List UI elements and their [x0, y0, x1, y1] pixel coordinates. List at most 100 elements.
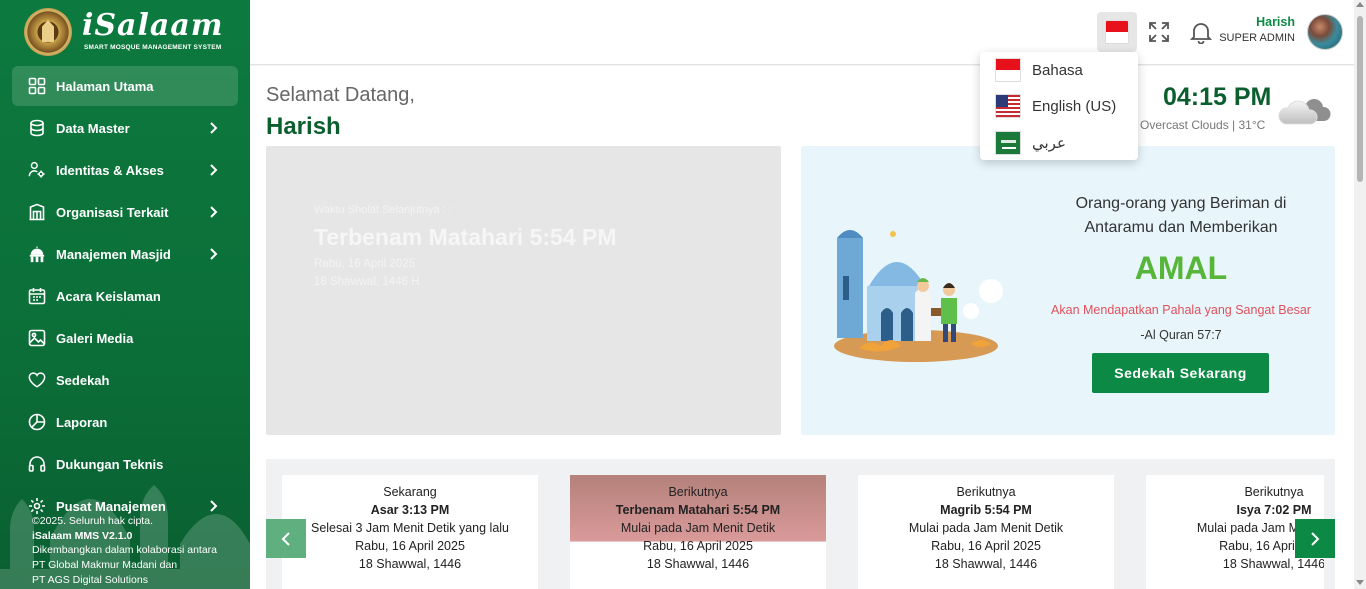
prayer-card-date: Rabu, 16 April 2025 — [931, 539, 1041, 553]
sedekah-sekarang-button[interactable]: Sedekah Sekarang — [1092, 353, 1269, 393]
sidebar-item-dukungan-teknis[interactable]: Dukungan Teknis — [12, 444, 238, 484]
us-flag-icon — [995, 94, 1021, 118]
page-scrollbar[interactable] — [1354, 0, 1366, 589]
fullscreen-icon[interactable] — [1148, 21, 1170, 43]
main-content: Selamat Datang, Harish 04:15 PM Overcast… — [250, 66, 1354, 589]
prayer-card-hijri: 18 Shawwal, 1446 — [358, 557, 462, 571]
brand-name: iSalaam — [82, 8, 224, 43]
welcome-text: Selamat Datang, — [266, 84, 415, 106]
heart-icon — [28, 371, 46, 389]
promo-quote-line: Orang-orang yang Beriman di — [1075, 195, 1287, 212]
gear-icon — [28, 497, 46, 515]
prayer-card-name: Asar 3:13 PM — [370, 503, 450, 517]
prayer-card[interactable]: Berikutnya Magrib 5:54 PM Mulai pada Jam… — [858, 475, 1114, 589]
language-option-label: Bahasa — [1032, 61, 1083, 79]
cloud-icon — [1278, 99, 1331, 125]
language-option-bahasa[interactable]: Bahasa — [995, 57, 1135, 83]
brand-tagline: SMART MOSQUE MANAGEMENT SYSTEM — [84, 44, 222, 51]
saudi-flag-icon — [995, 131, 1021, 155]
avatar[interactable] — [1307, 14, 1343, 50]
next-prayer-label: Waktu Sholat Selanjutnya : : — [314, 204, 452, 216]
indonesia-flag-icon — [1105, 20, 1129, 44]
current-time: 04:15 PM — [1163, 83, 1272, 111]
weather-condition: Overcast Clouds | 31°C — [1140, 118, 1266, 132]
prayer-card-status: Berikutnya — [956, 485, 1016, 499]
scroll-up-arrow-icon[interactable] — [1356, 2, 1364, 7]
chevron-left-icon — [281, 531, 290, 546]
language-switcher-button[interactable] — [1097, 12, 1137, 52]
sidebar-item-label: Identitas & Akses — [56, 162, 164, 178]
sidebar-item-acara-keislaman[interactable]: Acara Keislaman — [12, 276, 238, 316]
mosque-charity-illustration — [834, 230, 1003, 362]
sidebar-item-label: Manajemen Masjid — [56, 246, 171, 262]
sidebar-item-organisasi-terkait[interactable]: Organisasi Terkait — [12, 192, 238, 232]
sidebar-item-data-master[interactable]: Data Master — [12, 108, 238, 148]
prayer-card-hijri: 18 Shawwal, 1446 — [934, 557, 1038, 571]
language-option-label: English (US) — [1032, 97, 1117, 115]
prayer-card-detail: Selesai 3 Jam Menit Detik yang lalu — [310, 521, 509, 535]
credits-line: PT AGS Digital Solutions — [32, 573, 148, 586]
chevron-right-icon — [210, 206, 218, 218]
promo-subtitle: Akan Mendapatkan Pahala yang Sangat Besa… — [1051, 303, 1311, 317]
prayer-times-carousel: Sekarang Asar 3:13 PM Selesai 3 Jam Meni… — [266, 459, 1335, 589]
chevron-right-icon — [210, 248, 218, 260]
mosque-seal-icon — [24, 8, 72, 56]
user-role: SUPER ADMIN — [1219, 32, 1295, 44]
credits-line: PT Global Makmur Madani dan — [32, 559, 178, 572]
pie-chart-icon — [28, 413, 46, 431]
promo-quote: Orang-orang yang Beriman di Antaramu dan… — [1031, 192, 1331, 240]
sidebar: iSalaam SMART MOSQUE MANAGEMENT SYSTEM H… — [0, 0, 250, 589]
user-name[interactable]: Harish — [1256, 15, 1295, 29]
sidebar-item-label: Sedekah — [56, 372, 110, 388]
sidebar-item-identitas-akses[interactable]: Identitas & Akses — [12, 150, 238, 190]
prayer-card-detail: Mulai pada Jam Menit Detik — [620, 521, 776, 535]
promo-reference: -Al Quran 57:7 — [1140, 328, 1222, 342]
building-icon — [28, 203, 46, 221]
language-option-arabic[interactable]: عربي — [995, 130, 1135, 156]
next-prayer-title: Terbenam Matahari 5:54 PM — [314, 224, 617, 250]
copyright-text: ©2025. Seluruh hak cipta. — [32, 515, 153, 527]
prayer-card-status: Sekarang — [383, 485, 437, 499]
chevron-right-icon — [210, 164, 218, 176]
sidebar-item-sedekah[interactable]: Sedekah — [12, 360, 238, 400]
sidebar-item-laporan[interactable]: Laporan — [12, 402, 238, 442]
prayer-card-name: Terbenam Matahari 5:54 PM — [615, 503, 781, 517]
sidebar-nav: Halaman Utama Data Master Identitas & Ak… — [12, 66, 238, 528]
sidebar-item-label: Data Master — [56, 120, 130, 136]
language-option-english[interactable]: English (US) — [995, 93, 1135, 119]
next-prayer-banner: Waktu Sholat Selanjutnya : : Terbenam Ma… — [266, 146, 781, 435]
carousel-next-button[interactable] — [1295, 519, 1335, 558]
scroll-down-arrow-icon[interactable] — [1356, 580, 1364, 585]
prayer-card-name: Isya 7:02 PM — [1236, 503, 1312, 517]
prayer-card[interactable]: Sekarang Asar 3:13 PM Selesai 3 Jam Meni… — [282, 475, 538, 589]
user-gear-icon — [28, 161, 46, 179]
version-text: iSalaam MMS V2.1.0 — [32, 529, 133, 542]
sidebar-footer: ©2025. Seluruh hak cipta. iSalaam MMS V2… — [32, 514, 217, 588]
prayer-card-date: Rabu, 16 April 2025 — [643, 539, 753, 553]
scroll-thumb[interactable] — [1357, 16, 1363, 182]
indonesia-flag-icon — [995, 58, 1021, 82]
brand-logo[interactable]: iSalaam SMART MOSQUE MANAGEMENT SYSTEM — [24, 8, 234, 58]
credits-line: Dikembangkan dalam kolaborasi antara — [32, 544, 218, 557]
mosque-icon — [28, 245, 46, 263]
sidebar-item-label: Galeri Media — [56, 330, 134, 346]
sedekah-promo-banner: Orang-orang yang Beriman di Antaramu dan… — [801, 146, 1335, 435]
sidebar-item-label: Dukungan Teknis — [56, 456, 164, 472]
sidebar-item-galeri-media[interactable]: Galeri Media — [12, 318, 238, 358]
sidebar-item-label: Laporan — [56, 414, 108, 430]
calendar-icon — [28, 287, 46, 305]
bell-icon[interactable] — [1190, 20, 1212, 44]
chevron-right-icon — [1311, 531, 1320, 546]
promo-highlight: AMAL — [1134, 250, 1228, 286]
chevron-right-icon — [210, 500, 218, 512]
prayer-card-date: Rabu, 16 April 2025 — [355, 539, 465, 553]
prayer-card[interactable]: Berikutnya Terbenam Matahari 5:54 PM Mul… — [570, 475, 826, 589]
carousel-prev-button[interactable] — [266, 519, 306, 558]
sidebar-item-halaman-utama[interactable]: Halaman Utama — [12, 66, 238, 106]
headset-icon — [28, 455, 46, 473]
prayer-card-status: Berikutnya — [1244, 485, 1304, 499]
database-icon — [28, 119, 46, 137]
sidebar-item-label: Halaman Utama — [56, 78, 154, 94]
prayer-card-hijri: 18 Shawwal, 1446 — [646, 557, 750, 571]
sidebar-item-manajemen-masjid[interactable]: Manajemen Masjid — [12, 234, 238, 274]
